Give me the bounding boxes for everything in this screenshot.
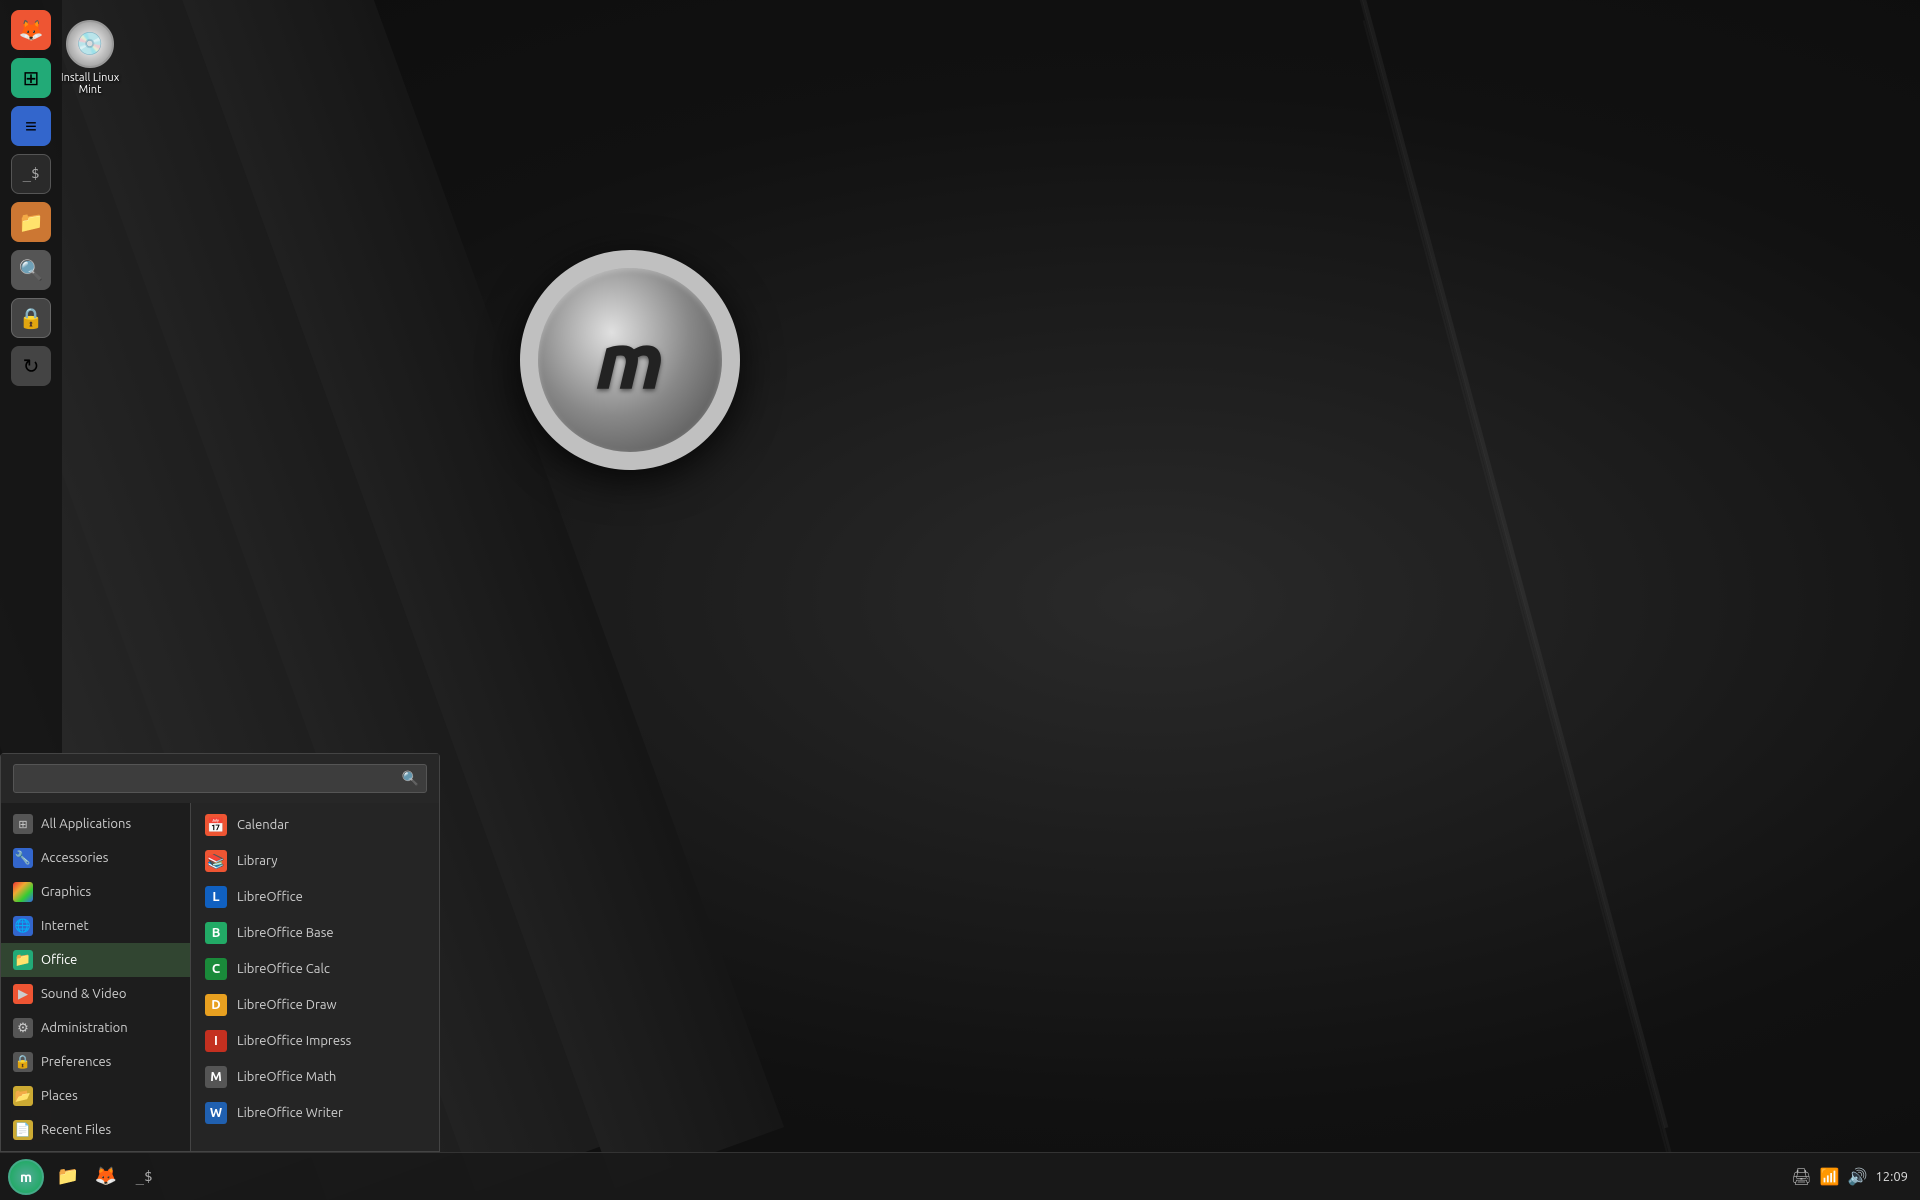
libreoffice-icon: L xyxy=(205,886,227,908)
category-sound-video-label: Sound & Video xyxy=(41,987,127,1001)
libreoffice-calc-icon: C xyxy=(205,958,227,980)
menu-categories: ⊞ All Applications 🔧 Accessories Graphic… xyxy=(1,803,191,1151)
libreoffice-base-icon: B xyxy=(205,922,227,944)
files-taskbar-icon: 📁 xyxy=(57,1166,79,1187)
mint-logo-ring: m xyxy=(520,250,740,470)
desktop: m 💿 Install Linux Mint 🦊 ⊞ ≡ _$ 📁 🔍 🔒 ↻ … xyxy=(0,0,1920,1200)
mint-logo-letter: m xyxy=(596,320,665,400)
sound-video-icon: ▶ xyxy=(13,984,33,1004)
category-internet-label: Internet xyxy=(41,919,89,933)
category-office-label: Office xyxy=(41,953,77,967)
library-icon: 📚 xyxy=(205,850,227,872)
app-calendar-label: Calendar xyxy=(237,818,289,832)
desktop-icon-install[interactable]: 💿 Install Linux Mint xyxy=(50,20,130,96)
search-icon: 🔍 xyxy=(402,770,419,787)
category-places-label: Places xyxy=(41,1089,78,1103)
sidebar-item-firefox[interactable]: 🦊 xyxy=(11,10,51,50)
category-preferences[interactable]: 🔒 Preferences xyxy=(1,1045,190,1079)
places-icon: 📂 xyxy=(13,1086,33,1106)
category-office[interactable]: 📁 Office xyxy=(1,943,190,977)
category-graphics-label: Graphics xyxy=(41,885,91,899)
libreoffice-writer-icon: W xyxy=(205,1102,227,1124)
category-recent-files-label: Recent Files xyxy=(41,1123,111,1137)
menu-apps-list: 📅 Calendar 📚 Library L LibreOffice B Lib… xyxy=(191,803,439,1151)
install-linux-mint-icon: 💿 xyxy=(66,20,114,68)
category-graphics[interactable]: Graphics xyxy=(1,875,190,909)
office-icon: 📁 xyxy=(13,950,33,970)
app-libreoffice-math[interactable]: M LibreOffice Math xyxy=(191,1059,439,1095)
app-calendar[interactable]: 📅 Calendar xyxy=(191,807,439,843)
app-libreoffice-writer[interactable]: W LibreOffice Writer xyxy=(191,1095,439,1131)
libreoffice-draw-icon: D xyxy=(205,994,227,1016)
category-preferences-label: Preferences xyxy=(41,1055,111,1069)
app-library-label: Library xyxy=(237,854,277,868)
app-library[interactable]: 📚 Library xyxy=(191,843,439,879)
mint-menu-button[interactable]: m xyxy=(8,1159,44,1195)
app-libreoffice-impress-label: LibreOffice Impress xyxy=(237,1034,351,1048)
mint-menu-icon: m xyxy=(20,1169,32,1185)
category-administration[interactable]: ⚙ Administration xyxy=(1,1011,190,1045)
category-recent-files[interactable]: 📄 Recent Files xyxy=(1,1113,190,1147)
clock: 12:09 xyxy=(1875,1170,1908,1184)
category-internet[interactable]: 🌐 Internet xyxy=(1,909,190,943)
sidebar-item-lock[interactable]: 🔒 xyxy=(11,298,51,338)
category-administration-label: Administration xyxy=(41,1021,128,1035)
calendar-icon: 📅 xyxy=(205,814,227,836)
menu-content: ⊞ All Applications 🔧 Accessories Graphic… xyxy=(1,803,439,1151)
accessories-icon: 🔧 xyxy=(13,848,33,868)
app-libreoffice-calc-label: LibreOffice Calc xyxy=(237,962,330,976)
app-libreoffice-impress[interactable]: I LibreOffice Impress xyxy=(191,1023,439,1059)
menu-search-bar: 🔍 xyxy=(1,754,439,803)
network-icon[interactable]: 📶 xyxy=(1820,1167,1840,1186)
sidebar-item-files[interactable]: 📁 xyxy=(11,202,51,242)
taskbar-files-button[interactable]: 📁 xyxy=(50,1159,86,1195)
mint-logo: m xyxy=(500,220,760,500)
app-libreoffice-math-label: LibreOffice Math xyxy=(237,1070,336,1084)
category-places[interactable]: 📂 Places xyxy=(1,1079,190,1113)
app-libreoffice-base[interactable]: B LibreOffice Base xyxy=(191,915,439,951)
terminal-taskbar-icon: _$ xyxy=(136,1169,153,1185)
volume-icon[interactable]: 🔊 xyxy=(1848,1167,1868,1186)
app-libreoffice[interactable]: L LibreOffice xyxy=(191,879,439,915)
category-all-label: All Applications xyxy=(41,817,131,831)
app-libreoffice-draw-label: LibreOffice Draw xyxy=(237,998,337,1012)
app-libreoffice-draw[interactable]: D LibreOffice Draw xyxy=(191,987,439,1023)
recent-files-icon: 📄 xyxy=(13,1120,33,1140)
app-libreoffice-calc[interactable]: C LibreOffice Calc xyxy=(191,951,439,987)
category-sound-video[interactable]: ▶ Sound & Video xyxy=(1,977,190,1011)
all-apps-icon: ⊞ xyxy=(13,814,33,834)
search-wrapper: 🔍 xyxy=(13,764,427,793)
preferences-icon: 🔒 xyxy=(13,1052,33,1072)
graphics-icon xyxy=(13,882,33,902)
sidebar-item-search[interactable]: 🔍 xyxy=(11,250,51,290)
app-libreoffice-base-label: LibreOffice Base xyxy=(237,926,334,940)
libreoffice-math-icon: M xyxy=(205,1066,227,1088)
bg-blade-r3 xyxy=(1363,20,1676,1180)
taskbar-terminal-button[interactable]: _$ xyxy=(126,1159,162,1195)
category-accessories-label: Accessories xyxy=(41,851,108,865)
administration-icon: ⚙ xyxy=(13,1018,33,1038)
sidebar-item-app3[interactable]: ≡ xyxy=(11,106,51,146)
taskbar-left: m 📁 🦊 _$ xyxy=(0,1159,166,1195)
taskbar-firefox-button[interactable]: 🦊 xyxy=(88,1159,124,1195)
printer-icon[interactable]: 🖨 xyxy=(1791,1167,1811,1186)
sidebar-item-software-manager[interactable]: ⊞ xyxy=(11,58,51,98)
category-all[interactable]: ⊞ All Applications xyxy=(1,807,190,841)
install-linux-mint-label: Install Linux Mint xyxy=(50,72,130,96)
internet-icon: 🌐 xyxy=(13,916,33,936)
firefox-taskbar-icon: 🦊 xyxy=(95,1166,117,1187)
app-menu: 🔍 ⊞ All Applications 🔧 Accessories Graph… xyxy=(0,753,440,1152)
bg-blades-right xyxy=(720,0,1920,1200)
libreoffice-impress-icon: I xyxy=(205,1030,227,1052)
app-libreoffice-label: LibreOffice xyxy=(237,890,303,904)
search-input[interactable] xyxy=(13,764,427,793)
taskbar: m 📁 🦊 _$ 🖨 📶 🔊 12:09 xyxy=(0,1152,1920,1200)
app-libreoffice-writer-label: LibreOffice Writer xyxy=(237,1106,343,1120)
sidebar-item-app8[interactable]: ↻ xyxy=(11,346,51,386)
taskbar-right: 🖨 📶 🔊 12:09 xyxy=(1779,1167,1920,1186)
category-accessories[interactable]: 🔧 Accessories xyxy=(1,841,190,875)
sidebar-item-terminal[interactable]: _$ xyxy=(11,154,51,194)
